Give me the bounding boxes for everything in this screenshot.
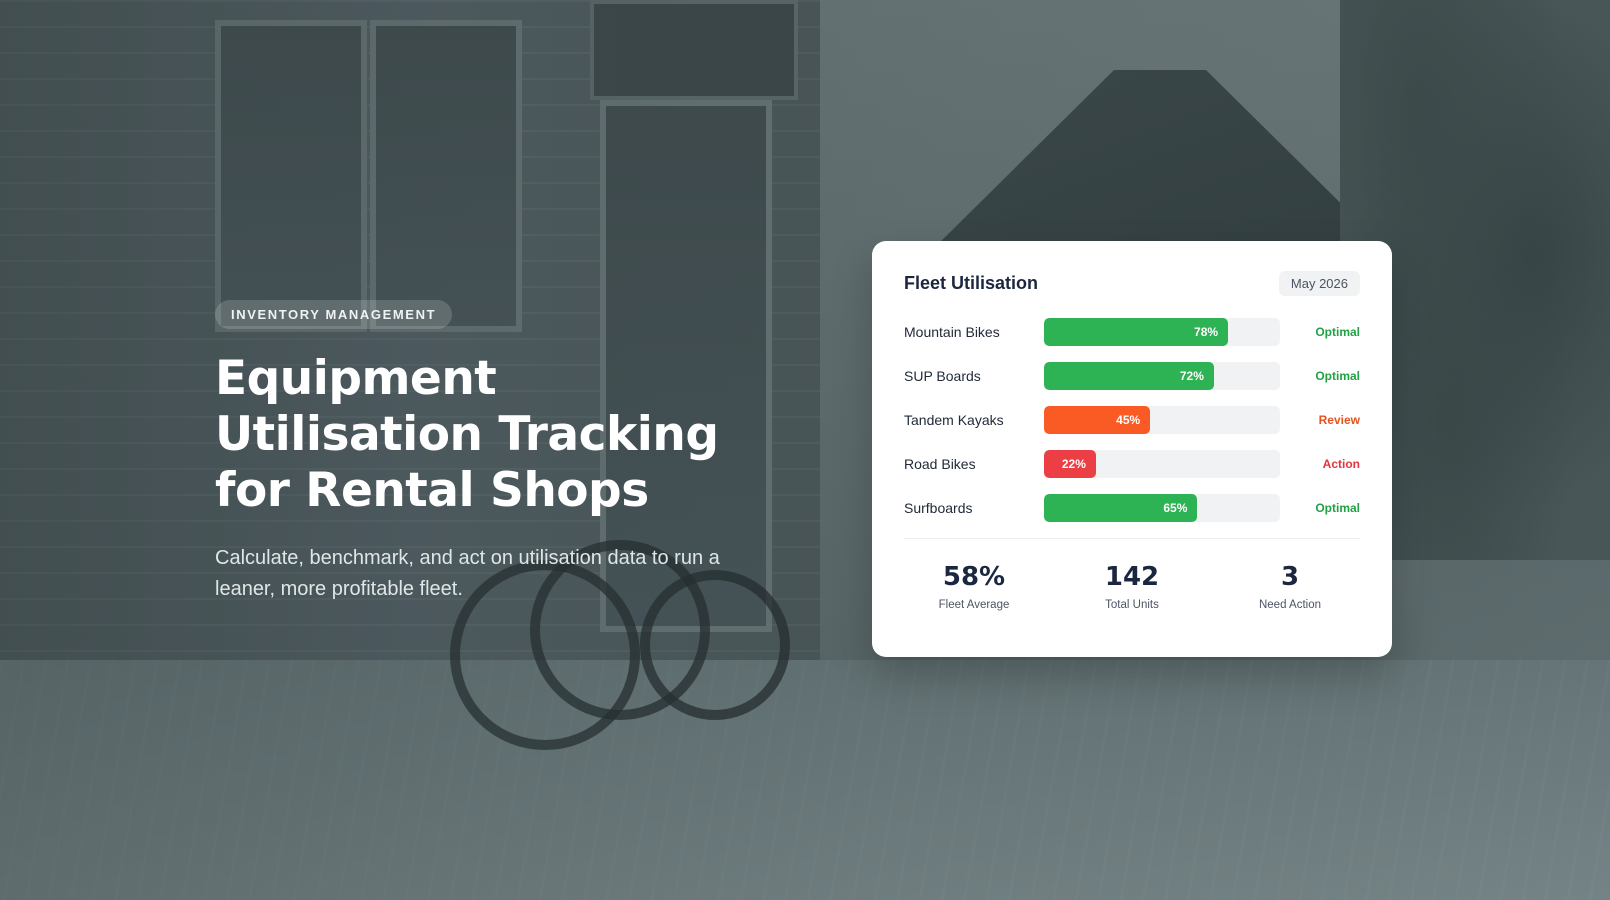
- row-label: Mountain Bikes: [904, 324, 1000, 340]
- card-title: Fleet Utilisation: [904, 272, 1039, 293]
- progress-fill: 78%: [1044, 318, 1229, 346]
- row-label: SUP Boards: [904, 368, 981, 384]
- progress-fill: 65%: [1044, 494, 1198, 522]
- utilisation-row-sup-boards: SUP Boards 72% Optimal: [904, 362, 1360, 390]
- stat-value: 58%: [942, 562, 1006, 592]
- utilisation-row-tandem-kayaks: Tandem Kayaks 45% Review: [904, 406, 1360, 434]
- percent-label: 22%: [1061, 457, 1086, 471]
- card-header: Fleet Utilisation May 2026: [904, 269, 1360, 297]
- card-divider: [904, 538, 1360, 539]
- hero-copy: INVENTORY MANAGEMENT Equipment Utilisati…: [215, 300, 815, 605]
- stat-total-units: 142 Total Units: [1062, 561, 1202, 611]
- period-badge: May 2026: [1278, 270, 1360, 296]
- progress-track: 72%: [1044, 362, 1280, 390]
- row-label: Surfboards: [904, 500, 973, 516]
- utilisation-row-surfboards: Surfboards 65% Optimal: [904, 494, 1360, 522]
- percent-label: 72%: [1179, 369, 1204, 383]
- progress-track: 78%: [1044, 318, 1280, 346]
- hero-subtitle: Calculate, benchmark, and act on utilisa…: [215, 547, 720, 600]
- status-label: Action: [1322, 457, 1360, 471]
- status-label: Review: [1318, 413, 1360, 427]
- fleet-utilisation-card: Fleet Utilisation May 2026 Mountain Bike…: [872, 241, 1392, 657]
- progress-fill: 22%: [1044, 450, 1096, 478]
- utilisation-row-road-bikes: Road Bikes 22% Action: [904, 450, 1360, 478]
- percent-label: 45%: [1116, 413, 1141, 427]
- stat-value: 142: [1104, 562, 1160, 592]
- row-label: Tandem Kayaks: [904, 412, 1004, 428]
- progress-fill: 45%: [1044, 406, 1151, 434]
- stat-label: Need Action: [1258, 599, 1321, 611]
- progress-track: 65%: [1044, 494, 1280, 522]
- status-label: Optimal: [1315, 501, 1360, 515]
- row-label: Road Bikes: [904, 456, 976, 472]
- progress-track: 22%: [1044, 450, 1280, 478]
- status-label: Optimal: [1315, 325, 1360, 339]
- utilisation-row-mountain-bikes: Mountain Bikes 78% Optimal: [904, 318, 1360, 346]
- stat-label: Total Units: [1105, 599, 1159, 611]
- percent-label: 78%: [1194, 325, 1219, 339]
- percent-label: 65%: [1163, 501, 1188, 515]
- stat-value: 3: [1280, 562, 1300, 592]
- stat-label: Fleet Average: [938, 599, 1010, 611]
- summary-stats: 58% Fleet Average 142 Total Units 3 Need…: [904, 561, 1360, 611]
- stat-need-action: 3 Need Action: [1220, 561, 1360, 611]
- utilisation-list: Mountain Bikes 78% Optimal SUP Boards 72…: [904, 318, 1360, 522]
- category-badge: INVENTORY MANAGEMENT: [215, 300, 453, 329]
- stat-fleet-average: 58% Fleet Average: [904, 561, 1044, 611]
- progress-track: 45%: [1044, 406, 1280, 434]
- progress-fill: 72%: [1044, 362, 1214, 390]
- status-label: Optimal: [1315, 369, 1360, 383]
- hero-title: Equipment Utilisation Tracking for Renta…: [215, 351, 719, 518]
